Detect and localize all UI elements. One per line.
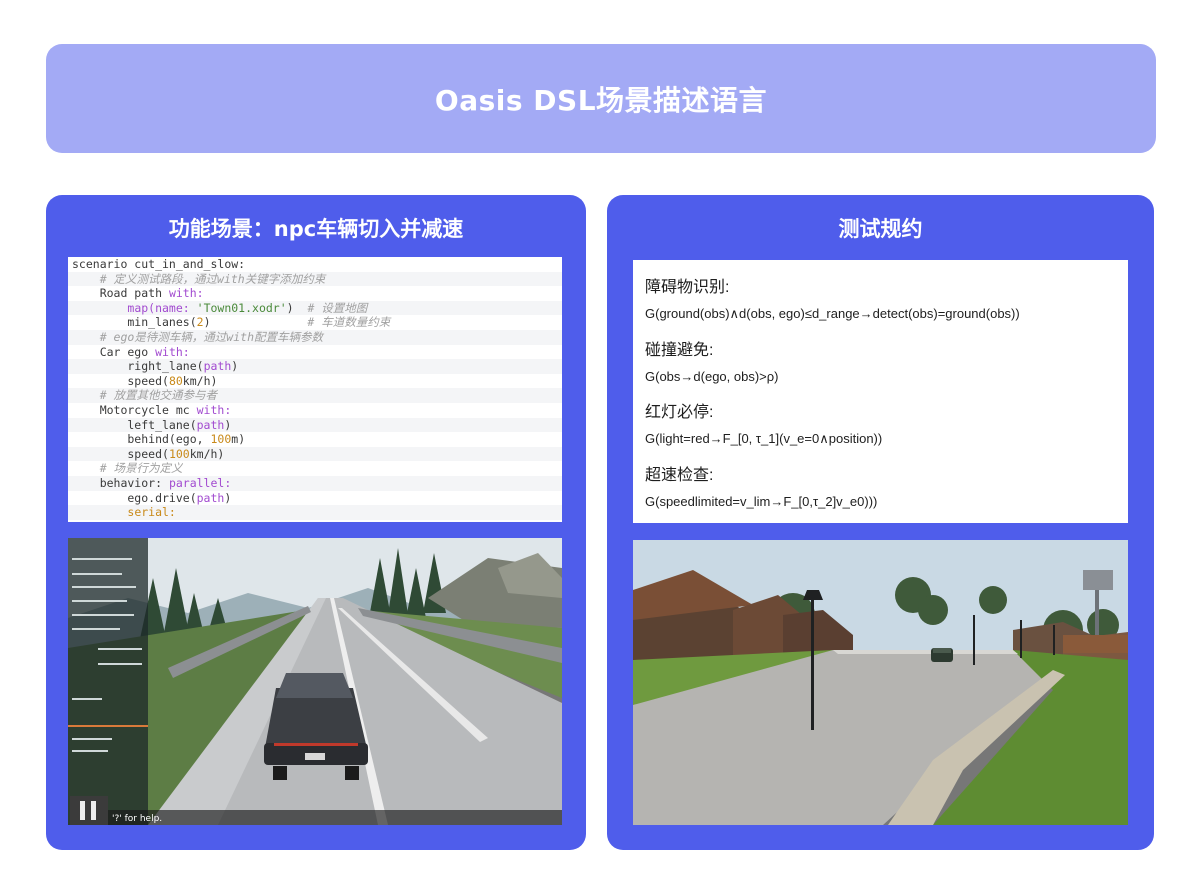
code-token: behind(ego, <box>72 432 211 447</box>
spec-formula: G(speedlimited=v_lim→F_[0,τ_2]v_e0))) <box>645 494 878 509</box>
code-token: ) <box>224 417 232 432</box>
code-token: # 放置其他交通参与者 <box>72 388 218 403</box>
code-token: # ego是待测车辆，通过with配置车辆参数 <box>72 329 324 344</box>
hud-help-text: '?' for help. <box>112 814 162 824</box>
code-token: # 场景行为定义 <box>72 461 183 476</box>
spec-formula: G(light=red→F_[0, τ_1](v_e=0∧position)) <box>645 431 883 446</box>
code-token: 'Town01.xodr' <box>196 300 287 315</box>
code-line: # 定义测试路段，通过with关键字添加约束 <box>68 271 562 287</box>
code-line: Motorcycle mc with: <box>68 403 562 418</box>
page-title: Oasis DSL场景描述语言 <box>434 83 768 117</box>
code-line: scenario cut_in_and_slow: <box>68 257 562 272</box>
code-token: path <box>203 359 232 374</box>
code-token: left_lane( <box>72 417 197 432</box>
code-token: map(name: <box>127 300 197 315</box>
code-token: ) <box>203 315 308 330</box>
code-line: min_lanes(2) # 车道数量约束 <box>68 315 562 330</box>
code-token: scenario cut_in_and_slow: <box>72 257 246 271</box>
code-token: path <box>196 490 225 505</box>
code-line: Road path with: <box>68 286 562 301</box>
code-line: ego.drive(path) <box>68 491 562 506</box>
code-token: m) <box>231 432 246 447</box>
code-token: 80 <box>168 373 183 388</box>
code-token: speed( <box>72 373 169 388</box>
code-token: path <box>196 417 225 432</box>
code-token: ) <box>224 490 232 505</box>
code-line: # ego是待测车辆，通过with配置车辆参数 <box>68 329 562 345</box>
spec-heading: 障碍物识别: <box>645 279 730 296</box>
code-line: speed(80km/h) <box>68 374 562 389</box>
code-token: with: <box>155 344 190 359</box>
spec-list: 障碍物识别: G(ground(obs)∧d(obs, ego)≤d_range… <box>633 260 1128 523</box>
code-line: Car ego with: <box>68 345 562 360</box>
test-spec-title: 测试规约 <box>838 217 923 241</box>
code-token: min_lanes( <box>72 315 197 330</box>
code-line: serial: <box>68 505 562 520</box>
simulation-screenshot: '?' for help. <box>68 538 562 825</box>
code-line: # 场景行为定义 <box>68 461 562 476</box>
code-token: with: <box>196 402 232 417</box>
code-token: # 车道数量约束 <box>307 315 391 330</box>
functional-scenario-panel: 功能场景：npc车辆切入并减速 scenario cut_in_and_slow… <box>46 195 586 850</box>
code-token: Motorcycle mc <box>72 402 197 417</box>
code-token: with: <box>168 286 204 301</box>
code-line: right_lane(path) <box>68 359 562 374</box>
code-line: behind(ego, 100m) <box>68 432 562 447</box>
code-line: map(name: 'Town01.xodr') # 设置地图 <box>68 300 562 316</box>
code-token: serial: <box>127 505 176 520</box>
code-token: Road path <box>72 286 169 301</box>
spec-formula: G(ground(obs)∧d(obs, ego)≤d_range→detect… <box>645 306 1020 321</box>
code-token: ego.drive( <box>72 490 197 505</box>
spec-heading: 红灯必停: <box>645 404 714 421</box>
code-token: 2 <box>196 315 204 330</box>
spec-formula: G(obs→d(ego, obs)>ρ) <box>645 369 779 384</box>
spec-heading: 超速检查: <box>645 467 714 484</box>
code-token: # 定义测试路段，通过with关键字添加约束 <box>72 271 326 286</box>
functional-scenario-title: 功能场景：npc车辆切入并减速 <box>168 217 464 241</box>
code-line: speed(100km/h) <box>68 446 562 462</box>
code-token: 100 <box>210 432 232 447</box>
pause-icon[interactable] <box>70 796 108 825</box>
spec-heading: 碰撞避免: <box>645 342 714 359</box>
code-token: 100 <box>168 446 190 461</box>
code-token: Car ego <box>72 344 156 359</box>
title-banner: Oasis DSL场景描述语言 <box>46 44 1156 153</box>
code-token: right_lane( <box>72 359 204 374</box>
code-line: left_lane(path) <box>68 417 562 433</box>
code-token: # 设置地图 <box>307 300 368 315</box>
test-spec-panel: 测试规约 障碍物识别: G(ground(obs)∧d(obs, ego)≤d_… <box>607 195 1154 850</box>
code-token: parallel: <box>168 475 232 490</box>
code-token: ) <box>286 300 308 315</box>
code-line: behavior: parallel: <box>68 475 562 491</box>
code-line: # 放置其他交通参与者 <box>68 388 562 403</box>
code-token: ) <box>231 359 239 374</box>
code-token: behavior: <box>72 475 169 490</box>
dsl-code-block: scenario cut_in_and_slow: # 定义测试路段，通过wit… <box>68 257 562 522</box>
code-token: km/h) <box>182 373 218 388</box>
code-token: speed( <box>72 446 169 461</box>
town-simulation-screenshot <box>633 540 1128 825</box>
code-token: km/h) <box>189 446 225 461</box>
